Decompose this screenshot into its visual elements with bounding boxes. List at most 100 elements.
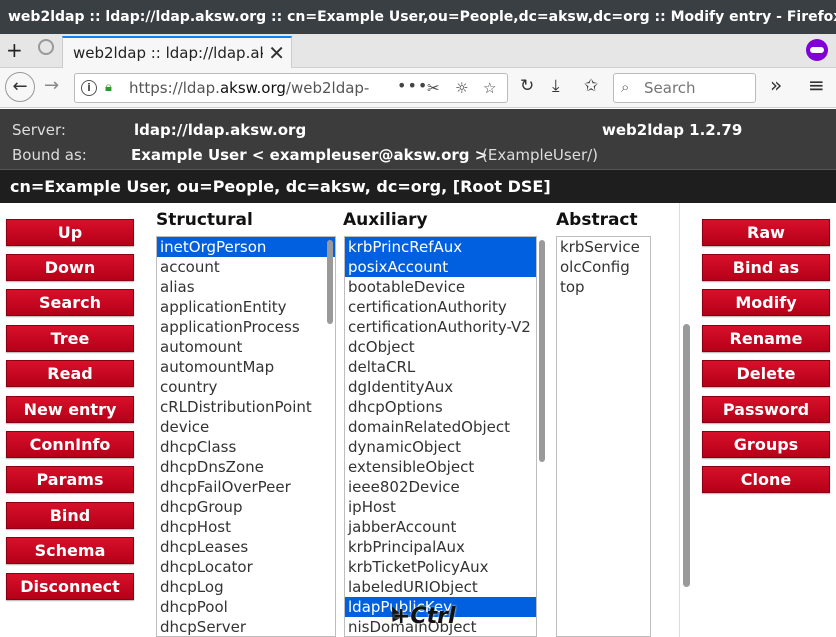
abstract-heading: Abstract	[556, 210, 638, 230]
schema-button[interactable]: Schema	[6, 537, 134, 564]
column-divider	[679, 203, 680, 637]
tab-strip: + web2ldap :: ldap://ldap.aksw ✕	[0, 34, 836, 68]
password-button[interactable]: Password	[702, 396, 830, 423]
list-item[interactable]: krbTicketPolicyAux	[345, 557, 536, 577]
tab-title: web2ldap :: ldap://ldap.aksw	[73, 44, 263, 62]
list-item[interactable]: posixAccount	[345, 257, 536, 277]
clone-button[interactable]: Clone	[702, 466, 830, 493]
version-label: web2ldap 1.2.79	[602, 121, 743, 139]
list-item[interactable]: dhcpClass	[157, 437, 335, 457]
structural-listbox[interactable]: inetOrgPerson account alias applicationEnti…	[156, 236, 336, 637]
auxiliary-heading: Auxiliary	[343, 210, 428, 230]
page-actions-icon[interactable]: •••	[397, 76, 428, 95]
navigation-bar: ← → i 🔒︎ https://ldap.aksw.org/web2ldap-…	[0, 68, 836, 108]
modify-button[interactable]: Modify	[702, 289, 830, 316]
alarm-icon[interactable]	[38, 39, 54, 55]
list-item[interactable]: krbPrincRefAux	[345, 237, 536, 257]
tree-button[interactable]: Tree	[6, 325, 134, 352]
groups-button[interactable]: Groups	[702, 431, 830, 458]
list-item[interactable]: certificationAuthority-V2	[345, 317, 536, 337]
list-item[interactable]: applicationProcess	[157, 317, 335, 337]
list-item[interactable]: inetOrgPerson	[157, 237, 335, 257]
auxiliary-scrollbar[interactable]	[539, 240, 545, 462]
back-button[interactable]: ←	[5, 72, 35, 102]
list-item[interactable]: dhcpServer	[157, 617, 335, 636]
forward-button[interactable]: →	[44, 75, 59, 96]
list-item[interactable]: krbService	[557, 237, 650, 257]
list-item[interactable]: dhcpPool	[157, 597, 335, 617]
page-scrollbar[interactable]	[683, 324, 690, 587]
raw-button[interactable]: Raw	[702, 219, 830, 246]
list-item[interactable]: domainRelatedObject	[345, 417, 536, 437]
list-item[interactable]: dcObject	[345, 337, 536, 357]
list-item[interactable]: dhcpDnsZone	[157, 457, 335, 477]
list-item[interactable]: dhcpHost	[157, 517, 335, 537]
list-item[interactable]: account	[157, 257, 335, 277]
list-item[interactable]: dhcpLeases	[157, 537, 335, 557]
list-item[interactable]: alias	[157, 277, 335, 297]
list-item[interactable]: labeledURIObject	[345, 577, 536, 597]
list-item[interactable]: dhcpLocator	[157, 557, 335, 577]
url-text[interactable]: https://ldap.aksw.org/web2ldap-k/n	[129, 79, 369, 97]
list-item[interactable]: top	[557, 277, 650, 297]
download-icon[interactable]: ⤓	[552, 76, 560, 96]
library-icon[interactable]: ✩	[584, 76, 598, 96]
reload-icon[interactable]: ↻	[520, 76, 534, 96]
params-button[interactable]: Params	[6, 466, 134, 493]
new-tab-button[interactable]: +	[6, 38, 23, 62]
conninfo-button[interactable]: ConnInfo	[6, 431, 134, 458]
server-value: ldap://ldap.aksw.org	[134, 121, 307, 139]
close-tab-icon[interactable]: ✕	[268, 41, 285, 65]
read-button[interactable]: Read	[6, 360, 134, 387]
list-item[interactable]: krbPrincipalAux	[345, 537, 536, 557]
rename-button[interactable]: Rename	[702, 325, 830, 352]
bound-as-value: Example User < exampleuser@aksw.org >	[131, 146, 488, 164]
bind-as-button[interactable]: Bind as	[702, 254, 830, 281]
window-title: web2ldap :: ldap://ldap.aksw.org :: cn=E…	[0, 0, 836, 34]
new-entry-button[interactable]: New entry	[6, 396, 134, 423]
list-item[interactable]: dhcpGroup	[157, 497, 335, 517]
list-item[interactable]: applicationEntity	[157, 297, 335, 317]
lightbulb-icon[interactable]: ☼	[455, 79, 468, 97]
list-item[interactable]: dgIdentityAux	[345, 377, 536, 397]
list-item[interactable]: cRLDistributionPoint	[157, 397, 335, 417]
overflow-menu-icon[interactable]: »	[770, 73, 782, 97]
search-icon: ⌕	[621, 78, 630, 96]
list-item[interactable]: dhcpLog	[157, 577, 335, 597]
list-item[interactable]: dynamicObject	[345, 437, 536, 457]
list-item[interactable]: bootableDevice	[345, 277, 536, 297]
screenshot-icon[interactable]: ✂	[427, 79, 440, 97]
down-button[interactable]: Down	[6, 254, 134, 281]
list-item[interactable]: ieee802Device	[345, 477, 536, 497]
search-box[interactable]: ⌕	[613, 73, 756, 103]
list-item[interactable]: dhcpFailOverPeer	[157, 477, 335, 497]
disconnect-button[interactable]: Disconnect	[6, 573, 134, 600]
abstract-listbox[interactable]: krbService olcConfig top	[556, 236, 651, 637]
search-input[interactable]	[644, 78, 749, 98]
list-item[interactable]: ipHost	[345, 497, 536, 517]
list-item[interactable]: dhcpOptions	[345, 397, 536, 417]
structural-scrollbar[interactable]	[327, 240, 333, 324]
server-label: Server:	[12, 121, 66, 139]
lock-icon[interactable]: 🔒︎	[105, 80, 112, 95]
bind-button[interactable]: Bind	[6, 502, 134, 529]
tab-web2ldap[interactable]: web2ldap :: ldap://ldap.aksw ✕	[62, 36, 292, 68]
list-item[interactable]: deltaCRL	[345, 357, 536, 377]
list-item[interactable]: extensibleObject	[345, 457, 536, 477]
list-item[interactable]: certificationAuthority	[345, 297, 536, 317]
delete-button[interactable]: Delete	[702, 360, 830, 387]
bookmark-star-icon[interactable]: ☆	[483, 79, 496, 97]
list-item[interactable]: olcConfig	[557, 257, 650, 277]
list-item[interactable]: jabberAccount	[345, 517, 536, 537]
auxiliary-listbox[interactable]: krbPrincRefAux posixAccount bootableDevice…	[344, 236, 537, 637]
list-item[interactable]: device	[157, 417, 335, 437]
up-button[interactable]: Up	[6, 219, 134, 246]
search-button[interactable]: Search	[6, 289, 134, 316]
list-item[interactable]: country	[157, 377, 335, 397]
list-item[interactable]: automount	[157, 337, 335, 357]
dn-bar: cn=Example User, ou=People, dc=aksw, dc=…	[0, 169, 836, 203]
url-bar[interactable]: i 🔒︎ https://ldap.aksw.org/web2ldap-k/n …	[74, 73, 508, 103]
info-icon[interactable]: i	[81, 80, 97, 96]
list-item[interactable]: automountMap	[157, 357, 335, 377]
hamburger-menu-icon[interactable]: ≡	[808, 73, 825, 97]
